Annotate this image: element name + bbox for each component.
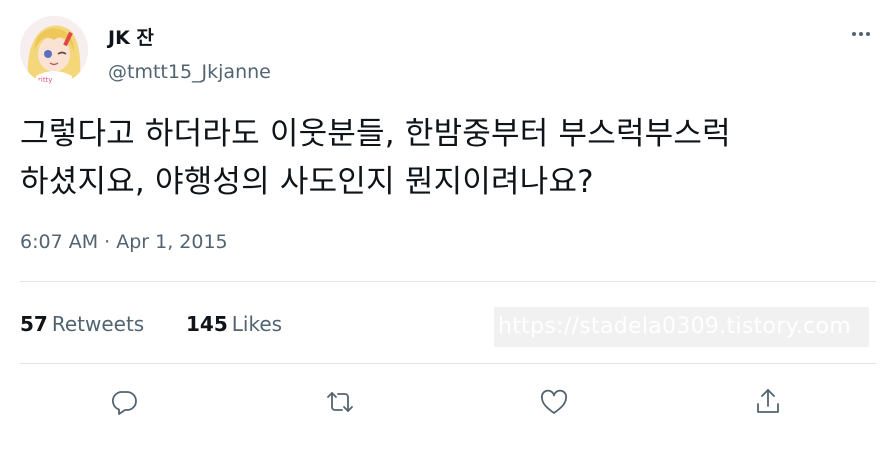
tweet-text-line: 하셨지요, 야행성의 사도인지 뭔지이려나요?: [20, 164, 594, 200]
avatar[interactable]: ritty: [20, 16, 88, 84]
likes-count: 145: [186, 312, 228, 336]
avatar-image: ritty: [20, 16, 88, 84]
retweets-count: 57: [20, 312, 48, 336]
reply-button[interactable]: [102, 380, 146, 424]
like-button[interactable]: [532, 380, 576, 424]
svg-text:ritty: ritty: [38, 76, 52, 84]
watermark: https://stadela0309.tistory.com: [494, 307, 869, 347]
tweet-text: 그렇다고 하더라도 이웃분들, 한밤중부터 부스럭부스럭 하셨지요, 야행성의 …: [20, 110, 880, 206]
retweet-icon: [327, 392, 353, 412]
reply-icon: [112, 391, 137, 415]
tweet-text-line: 그렇다고 하더라도 이웃분들, 한밤중부터 부스럭부스럭: [20, 116, 731, 152]
more-dot-icon: [852, 32, 856, 36]
more-dot-icon: [866, 32, 870, 36]
share-button[interactable]: [746, 380, 790, 424]
share-icon: [757, 389, 779, 413]
display-name[interactable]: JK 잔: [108, 26, 154, 50]
likes-label: Likes: [231, 312, 283, 336]
more-dot-icon: [859, 32, 863, 36]
tweet-timestamp[interactable]: 6:07 AM · Apr 1, 2015: [20, 229, 228, 255]
divider: [20, 281, 876, 282]
tweet-card: ritty JK 잔 @tmtt15_Jkjanne 그렇다고 하더라도 이웃분…: [0, 0, 894, 454]
retweets-label: Retweets: [51, 312, 145, 336]
retweet-button[interactable]: [318, 380, 362, 424]
more-options-button[interactable]: [844, 22, 878, 46]
user-handle[interactable]: @tmtt15_Jkjanne: [108, 60, 271, 84]
retweets-stat[interactable]: 57 Retweets: [20, 310, 144, 338]
divider: [20, 363, 876, 364]
likes-stat[interactable]: 145 Likes: [186, 310, 282, 338]
heart-icon: [541, 389, 567, 414]
action-bar: [0, 380, 894, 424]
